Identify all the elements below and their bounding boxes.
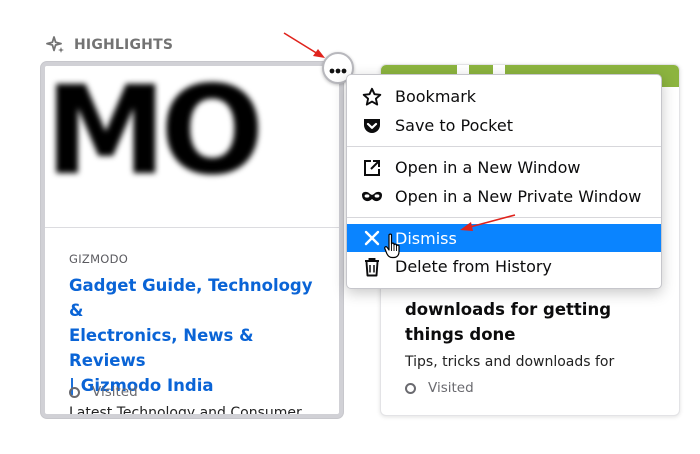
card-context-label: Visited bbox=[428, 380, 474, 396]
highlight-card-gizmodo[interactable]: MO GIZMODO Gadget Guide, Technology & El… bbox=[41, 62, 343, 418]
card-title[interactable]: downloads for getting things done bbox=[405, 297, 661, 347]
trash-icon bbox=[361, 256, 383, 278]
menu-item-label: Bookmark bbox=[395, 87, 477, 106]
visited-icon bbox=[69, 386, 80, 398]
card-context-label: Visited bbox=[92, 384, 138, 400]
menu-item-open-new-window[interactable]: Open in a New Window bbox=[347, 153, 661, 182]
card-context: Visited bbox=[405, 380, 474, 396]
menu-separator bbox=[347, 217, 661, 218]
card-context: Visited bbox=[69, 384, 138, 400]
new-window-icon bbox=[361, 157, 383, 179]
card-description: Latest Technology and Consumer bbox=[69, 405, 302, 418]
menu-item-label: Delete from History bbox=[395, 257, 552, 276]
thumbnail-image-text: MO bbox=[45, 66, 264, 202]
sparkle-icon bbox=[46, 35, 66, 55]
mask-icon bbox=[361, 186, 383, 208]
menu-item-label: Save to Pocket bbox=[395, 116, 513, 135]
card-title-line: Gadget Guide, Technology & bbox=[69, 276, 313, 320]
star-icon bbox=[361, 86, 383, 108]
pocket-icon bbox=[361, 115, 383, 137]
card-title-line: downloads for getting bbox=[405, 300, 612, 319]
meatball-icon bbox=[329, 59, 347, 78]
section-title: HIGHLIGHTS bbox=[74, 37, 174, 53]
highlights-header: HIGHLIGHTS bbox=[46, 33, 173, 57]
close-icon bbox=[361, 227, 383, 249]
annotation-arrow-menu-button bbox=[283, 32, 325, 58]
card-title[interactable]: Gadget Guide, Technology & Electronics, … bbox=[69, 273, 321, 398]
card-description: Tips, tricks and downloads for bbox=[405, 354, 615, 370]
card-body: downloads for getting things done Tips, … bbox=[405, 297, 661, 370]
menu-item-save-to-pocket[interactable]: Save to Pocket bbox=[347, 111, 661, 140]
menu-separator bbox=[347, 146, 661, 147]
card-thumbnail: MO bbox=[45, 66, 339, 228]
menu-item-label: Dismiss bbox=[395, 228, 457, 248]
card-title-line: Electronics, News & Reviews bbox=[69, 326, 254, 370]
menu-item-bookmark[interactable]: Bookmark bbox=[347, 82, 661, 111]
menu-item-label: Open in a New Window bbox=[395, 158, 581, 177]
card-host: GIZMODO bbox=[69, 252, 129, 266]
hand-cursor-icon bbox=[384, 233, 402, 263]
menu-item-label: Open in a New Private Window bbox=[395, 187, 642, 206]
visited-icon bbox=[405, 382, 416, 394]
card-title-line: things done bbox=[405, 325, 516, 344]
menu-item-open-private-window[interactable]: Open in a New Private Window bbox=[347, 182, 661, 211]
